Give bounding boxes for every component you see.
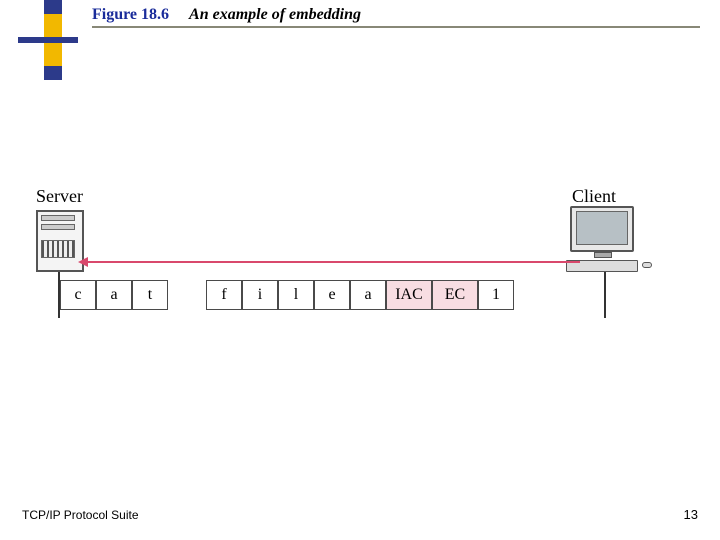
- client-label: Client: [572, 186, 616, 207]
- client-stem: [604, 272, 606, 318]
- byte-cell-ec: EC: [432, 280, 478, 310]
- byte-gap: [168, 280, 206, 310]
- byte-cell: i: [242, 280, 278, 310]
- server-icon: [36, 210, 84, 272]
- byte-cell: 1: [478, 280, 514, 310]
- byte-cell: t: [132, 280, 168, 310]
- byte-cell: l: [278, 280, 314, 310]
- byte-stream: c a t f i l e a IAC EC 1: [60, 280, 514, 310]
- figure-caption: An example of embedding: [189, 6, 361, 23]
- byte-cell: e: [314, 280, 350, 310]
- data-flow-arrow: [86, 261, 580, 263]
- figure-title: Figure 18.6 An example of embedding: [92, 6, 361, 24]
- slide-logo: [18, 0, 78, 80]
- byte-cell-iac: IAC: [386, 280, 432, 310]
- footer-suite: TCP/IP Protocol Suite: [22, 508, 139, 522]
- byte-cell: f: [206, 280, 242, 310]
- figure-number: Figure 18.6: [92, 6, 169, 23]
- byte-cell: c: [60, 280, 96, 310]
- server-label: Server: [36, 186, 83, 207]
- page-number: 13: [684, 507, 698, 522]
- byte-cell: a: [96, 280, 132, 310]
- byte-cell: a: [350, 280, 386, 310]
- title-underline: [92, 26, 700, 28]
